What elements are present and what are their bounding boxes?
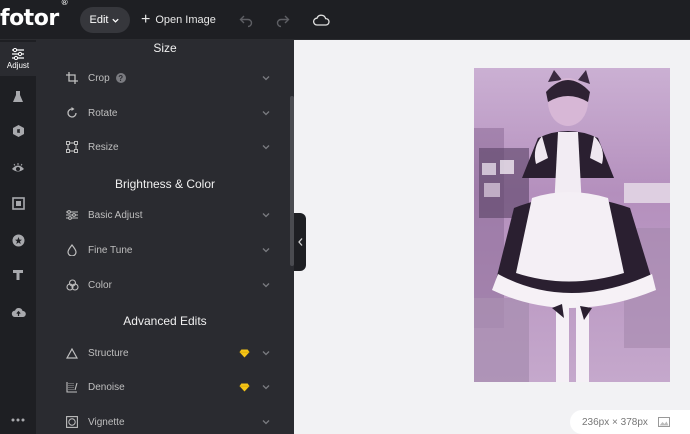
chevron-down-icon — [262, 283, 270, 288]
tool-label-rotate: Rotate — [88, 107, 118, 119]
edit-menu-button[interactable]: Edit — [80, 7, 130, 33]
adjust-icon — [12, 48, 24, 60]
tool-label-denoise: Denoise — [88, 381, 125, 393]
vignette-icon — [65, 415, 79, 429]
rail-item-beauty[interactable] — [0, 81, 36, 111]
tool-row-resize[interactable]: Resize — [36, 130, 286, 164]
tool-label-crop: Crop — [88, 72, 110, 84]
help-icon[interactable]: ? — [115, 73, 126, 83]
open-image-label: Open Image — [155, 14, 216, 26]
eye-icon — [12, 163, 24, 172]
upload-icon — [11, 308, 26, 317]
tool-row-crop[interactable]: Crop? — [36, 61, 286, 95]
resize-icon — [65, 140, 79, 154]
premium-diamond-icon — [239, 348, 250, 358]
rail-label-adjust: Adjust — [6, 61, 30, 70]
undo-icon[interactable] — [236, 10, 256, 30]
rail-item-more[interactable] — [0, 405, 36, 434]
chevron-down-icon — [262, 145, 270, 150]
rail-item-effects[interactable] — [0, 116, 36, 146]
cloud-icon[interactable] — [311, 10, 331, 30]
tool-rail: Adjust — [0, 40, 36, 434]
sliders-icon — [65, 208, 79, 222]
color-circles-icon — [65, 278, 79, 292]
image-canvas: 236px × 378px — [294, 40, 690, 434]
tool-row-denoise[interactable]: Denoise — [36, 370, 286, 404]
chevron-down-icon — [262, 420, 270, 425]
sticker-icon — [12, 234, 24, 246]
rail-item-upload[interactable] — [0, 297, 36, 327]
premium-diamond-icon — [239, 382, 250, 392]
tool-label-structure: Structure — [88, 347, 129, 359]
chevron-down-icon — [262, 385, 270, 390]
rail-item-adjust[interactable]: Adjust — [0, 42, 36, 76]
tool-row-rotate[interactable]: Rotate — [36, 96, 286, 130]
edited-photo[interactable] — [474, 68, 670, 382]
effects-icon — [12, 125, 24, 137]
collapse-panel-button[interactable] — [294, 213, 306, 271]
text-icon — [13, 270, 23, 280]
tool-row-color[interactable]: Color — [36, 268, 286, 302]
chevron-down-icon — [262, 213, 270, 218]
image-size-badge: 236px × 378px — [570, 410, 690, 434]
top-bar: fotor® Edit + Open Image — [0, 0, 690, 40]
tool-row-structure[interactable]: Structure — [36, 336, 286, 370]
image-icon[interactable] — [657, 417, 670, 427]
section-title-brightness-color: Brightness & Color — [114, 177, 216, 191]
tool-row-vignette[interactable]: Vignette — [36, 405, 286, 434]
chevron-down-icon — [262, 111, 270, 116]
rail-item-stickers[interactable] — [0, 225, 36, 255]
redo-icon[interactable] — [273, 10, 293, 30]
chevron-down-icon — [262, 351, 270, 356]
tool-label-fine-tune: Fine Tune — [88, 244, 133, 256]
chevron-down-icon — [112, 18, 120, 23]
flask-icon — [13, 90, 23, 102]
tool-label-color: Color — [88, 279, 112, 291]
plus-icon: + — [141, 11, 151, 28]
fotor-logo[interactable]: fotor® — [0, 0, 69, 31]
image-size-label: 236px × 378px — [582, 416, 648, 428]
rail-item-frames[interactable] — [0, 188, 36, 218]
tool-row-basic-adjust[interactable]: Basic Adjust — [36, 198, 286, 232]
frame-icon — [11, 196, 25, 210]
crop-icon — [65, 71, 79, 85]
tool-label-resize: Resize — [88, 141, 119, 153]
triangle-icon — [65, 346, 79, 360]
section-title-size: Size — [153, 41, 177, 55]
more-icon — [11, 418, 25, 422]
edit-label: Edit — [89, 14, 109, 26]
chevron-down-icon — [262, 76, 270, 81]
tool-label-vignette: Vignette — [88, 416, 125, 428]
chevron-down-icon — [262, 248, 270, 253]
denoise-icon — [65, 380, 79, 394]
rotate-icon — [65, 106, 79, 120]
open-image-button[interactable]: + Open Image — [141, 7, 216, 33]
tool-row-fine-tune[interactable]: Fine Tune — [36, 233, 286, 267]
section-title-advanced-edits: Advanced Edits — [123, 314, 207, 328]
tool-label-basic-adjust: Basic Adjust — [88, 209, 143, 221]
chevron-left-icon — [297, 238, 302, 246]
adjust-panel: Size Crop? Rotate Resize Brightness & Co… — [36, 40, 294, 434]
rail-item-text[interactable] — [0, 260, 36, 290]
drop-icon — [65, 243, 79, 257]
rail-item-beauty-eye[interactable] — [0, 153, 36, 183]
